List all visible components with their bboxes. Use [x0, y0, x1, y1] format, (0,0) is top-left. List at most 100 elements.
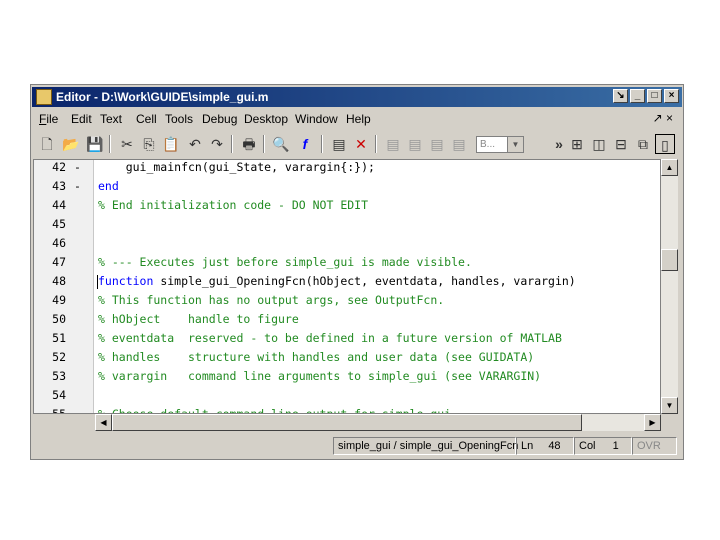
maximize-button[interactable]: □ [647, 89, 662, 103]
clear-breakpoint-icon[interactable]: ✕ [351, 134, 371, 154]
stack-select[interactable]: B... ▼ [476, 136, 524, 153]
breakpoint-marker[interactable]: - [74, 160, 81, 177]
line-number: 51 [52, 331, 66, 345]
new-file-icon[interactable]: 🗋 [37, 134, 57, 154]
horizontal-scroll-thumb[interactable] [112, 414, 582, 431]
restore-icon[interactable]: ↘ [613, 89, 628, 103]
menu-file[interactable]: File [39, 112, 58, 126]
comment: % End initialization code - DO NOT EDIT [98, 198, 369, 212]
line-number: 46 [52, 236, 66, 250]
toolbar-separator [263, 135, 265, 153]
line-number: 55 [52, 407, 66, 414]
comment: % handles structure with handles and use… [98, 350, 535, 364]
code-line[interactable]: 45 [34, 215, 660, 234]
keyword: end [98, 179, 119, 193]
menu-debug[interactable]: Debug [202, 112, 237, 126]
status-overwrite: OVR [632, 437, 677, 455]
code-text: % varargin command line arguments to sim… [98, 367, 541, 386]
dock-arrow-icon[interactable]: ↗ × [653, 111, 673, 125]
minimize-button[interactable]: _ [630, 89, 645, 103]
copy-icon[interactable]: ⎘ [139, 134, 159, 154]
toolbar: 🗋 📂 💾 ✂ ⎘ 📋 ↶ ↷ 🖶 🔍 f ▤ ✕ ▤ ▤ ▤ ▤ B... ▼… [33, 131, 681, 157]
find-icon[interactable]: 🔍 [271, 134, 291, 154]
status-bar: simple_gui / simple_gui_OpeningFcn Ln 48… [33, 436, 681, 457]
code-editor[interactable]: 42- gui_mainfcn(gui_State, varargin{:});… [33, 159, 661, 414]
save-icon[interactable]: 💾 [85, 134, 105, 154]
code-text: % hObject handle to figure [98, 310, 299, 329]
split-vertical-icon[interactable]: ◫ [589, 134, 609, 154]
code-line[interactable]: 47 % --- Executes just before simple_gui … [34, 253, 660, 272]
code-line[interactable]: 49 % This function has no output args, se… [34, 291, 660, 310]
toolbar-separator [375, 135, 377, 153]
code-text: % Choose default command line output for… [98, 405, 451, 413]
split-horizontal-icon[interactable]: ⊟ [611, 134, 631, 154]
scroll-left-icon[interactable]: ◀ [95, 414, 112, 431]
code-line[interactable]: 43- end [34, 177, 660, 196]
redo-icon[interactable]: ↷ [207, 134, 227, 154]
toolbar-separator [109, 135, 111, 153]
title-bar[interactable]: Editor - D:\Work\GUIDE\simple_gui.m ↘ _ … [32, 87, 682, 107]
code-text: % --- Executes just before simple_gui is… [98, 253, 472, 272]
code-line[interactable]: 46 [34, 234, 660, 253]
cut-icon[interactable]: ✂ [117, 134, 137, 154]
window-title: Editor - D:\Work\GUIDE\simple_gui.m [56, 90, 269, 104]
code-line[interactable]: 50 % hObject handle to figure [34, 310, 660, 329]
menu-edit[interactable]: Edit [71, 112, 92, 126]
line-number: 50 [52, 312, 66, 326]
float-icon[interactable]: ⧉ [633, 134, 653, 154]
code-line[interactable]: 44 % End initialization code - DO NOT EDI… [34, 196, 660, 215]
menu-text[interactable]: Text [100, 112, 122, 126]
open-folder-icon[interactable]: 📂 [61, 134, 81, 154]
line-number: 47 [52, 255, 66, 269]
paste-icon[interactable]: 📋 [161, 134, 181, 154]
code-line[interactable]: 48 function simple_gui_OpeningFcn(hObject… [34, 272, 660, 291]
function-icon[interactable]: f [295, 134, 315, 154]
menu-help[interactable]: Help [346, 112, 371, 126]
set-breakpoint-icon[interactable]: ▤ [329, 134, 349, 154]
vertical-scrollbar[interactable]: ▲ ▼ [661, 159, 678, 414]
code-line[interactable]: 42- gui_mainfcn(gui_State, varargin{:}); [34, 160, 660, 177]
dock-icon[interactable]: ▯ [655, 134, 675, 154]
line-number: 45 [52, 217, 66, 231]
breakpoint-marker[interactable]: - [74, 177, 81, 196]
undo-icon[interactable]: ↶ [185, 134, 205, 154]
code-text: % handles structure with handles and use… [98, 348, 534, 367]
toolbar-separator [321, 135, 323, 153]
menu-bar: File Edit Text Cell Tools Debug Desktop … [33, 109, 681, 128]
step-out-icon[interactable]: ▤ [427, 134, 447, 154]
code-text: end [98, 177, 119, 196]
code-line[interactable]: 52 % handles structure with handles and u… [34, 348, 660, 367]
scroll-down-icon[interactable]: ▼ [661, 397, 678, 414]
menu-cell[interactable]: Cell [136, 112, 157, 126]
code-line[interactable]: 51 % eventdata reserved - to be defined i… [34, 329, 660, 348]
chevron-down-icon[interactable]: ▼ [507, 137, 523, 152]
code-line[interactable]: 53 % varargin command line arguments to s… [34, 367, 660, 386]
code-token: simple_gui_OpeningFcn(hObject, eventdata… [153, 274, 576, 288]
menu-tools[interactable]: Tools [165, 112, 193, 126]
line-number: 44 [52, 198, 66, 212]
code-line[interactable]: 54 [34, 386, 660, 405]
scroll-up-icon[interactable]: ▲ [661, 159, 678, 176]
comment: % This function has no output args, see … [98, 293, 445, 307]
code-token: gui_mainfcn(gui_State, varargin{:}); [98, 160, 375, 174]
close-button[interactable]: × [664, 89, 679, 103]
status-line: Ln 48 [516, 437, 574, 455]
print-icon[interactable]: 🖶 [239, 134, 259, 154]
comment: % eventdata reserved - to be defined in … [98, 331, 562, 345]
code-line[interactable]: 55 % Choose default command line output f… [34, 405, 660, 414]
vertical-scroll-thumb[interactable] [661, 249, 678, 271]
more-icon[interactable]: » [549, 134, 569, 154]
code-text: % eventdata reserved - to be defined in … [98, 329, 562, 348]
horizontal-scrollbar[interactable]: ◀ ▶ [95, 414, 661, 431]
code-text: % End initialization code - DO NOT EDIT [98, 196, 368, 215]
status-column: Col 1 [574, 437, 632, 455]
step-in-icon[interactable]: ▤ [405, 134, 425, 154]
tile-icon[interactable]: ⊞ [567, 134, 587, 154]
scroll-right-icon[interactable]: ▶ [644, 414, 661, 431]
line-number: 43 [52, 179, 66, 193]
menu-desktop[interactable]: Desktop [244, 112, 288, 126]
step-icon[interactable]: ▤ [383, 134, 403, 154]
exit-debug-icon[interactable]: ▤ [449, 134, 469, 154]
matlab-editor-icon [36, 89, 52, 105]
menu-window[interactable]: Window [295, 112, 338, 126]
